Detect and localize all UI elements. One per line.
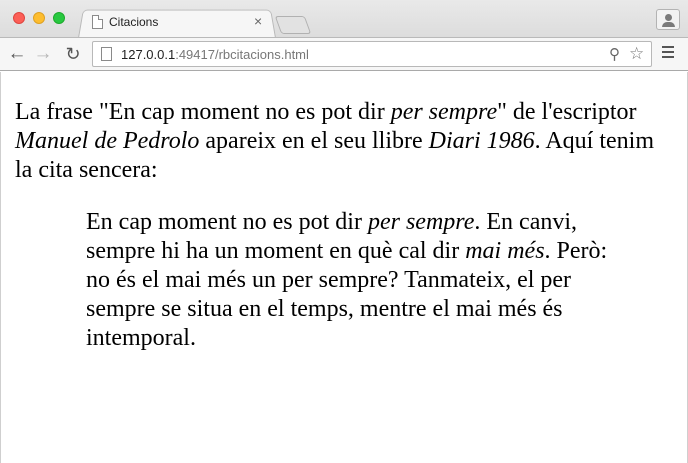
tab-citacions[interactable]: Citacions × — [90, 12, 270, 36]
address-bar[interactable]: 127.0.0.1:49417/rbcitacions.html ⚲ ☆ — [92, 41, 652, 67]
close-window-button[interactable] — [13, 12, 25, 24]
reload-button[interactable]: ↻ — [62, 43, 84, 65]
quoted-phrase: per sempre — [390, 99, 498, 125]
url-host: 127.0.0.1 — [121, 47, 176, 62]
forward-button[interactable]: → — [32, 43, 54, 65]
page-content: La frase "En cap moment no es pot dir pe… — [0, 72, 688, 463]
page-info-icon[interactable] — [101, 47, 112, 61]
quote-emphasis-per-sempre: per sempre — [367, 209, 475, 235]
user-icon — [665, 14, 672, 21]
intro-paragraph: La frase "En cap moment no es pot dir pe… — [15, 99, 654, 183]
tab-title: Citacions — [109, 15, 159, 29]
new-tab-button[interactable] — [274, 16, 312, 34]
author-name: Manuel de Pedrolo — [15, 128, 200, 154]
document-icon — [92, 15, 103, 29]
zoom-icon[interactable]: ⚲ — [609, 45, 620, 63]
quote-emphasis-mai-mes: mai més — [465, 238, 545, 264]
menu-icon[interactable] — [662, 46, 676, 62]
minimize-window-button[interactable] — [33, 12, 45, 24]
blockquote: En cap moment no es pot dir per sempre. … — [86, 209, 608, 351]
bookmark-star-icon[interactable]: ☆ — [629, 44, 644, 64]
back-button[interactable]: ← — [6, 43, 28, 65]
tab-close-icon[interactable]: × — [254, 13, 262, 29]
browser-toolbar: ← → ↻ 127.0.0.1:49417/rbcitacions.html ⚲… — [0, 37, 688, 71]
title-bar: Citacions × — [0, 0, 688, 38]
url-path: :49417/rbcitacions.html — [175, 47, 309, 62]
maximize-window-button[interactable] — [53, 12, 65, 24]
url-text[interactable]: 127.0.0.1:49417/rbcitacions.html — [121, 47, 309, 62]
book-title: Diari 1986 — [428, 128, 535, 154]
profile-button[interactable] — [656, 9, 680, 30]
